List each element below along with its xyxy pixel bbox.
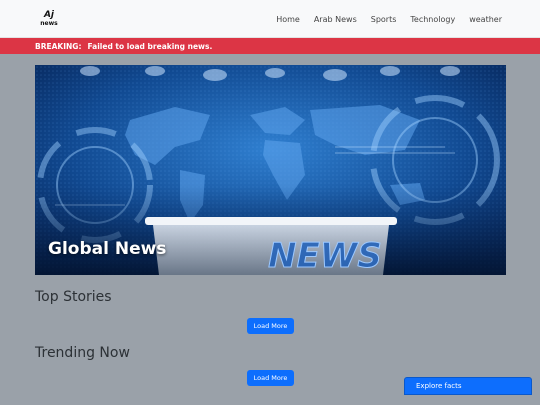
nav-link-home[interactable]: Home — [276, 15, 300, 24]
explore-facts-tab[interactable]: Explore facts — [404, 377, 532, 395]
breaking-label: BREAKING: — [35, 41, 82, 51]
nav-link-weather[interactable]: weather — [469, 15, 502, 24]
trending-now-heading: Trending Now — [35, 345, 130, 361]
news-graphic-text: NEWS — [268, 236, 382, 275]
trending-load-more-button[interactable]: Load More — [247, 370, 294, 386]
top-stories-heading: Top Stories — [35, 289, 112, 305]
logo-mark: Aj — [43, 10, 55, 20]
logo-wordmark: news — [40, 20, 58, 27]
hero-banner[interactable]: NEWS Global News — [35, 65, 506, 275]
nav-link-arab-news[interactable]: Arab News — [314, 15, 357, 24]
nav-link-technology[interactable]: Technology — [410, 15, 455, 24]
site-logo[interactable]: Aj news — [38, 11, 60, 29]
top-stories-load-more-button[interactable]: Load More — [247, 318, 294, 334]
hero-title: Global News — [48, 239, 167, 259]
breaking-message: Failed to load breaking news. — [87, 41, 213, 51]
nav-links: Home Arab News Sports Technology weather — [276, 0, 502, 38]
navbar: Aj news Home Arab News Sports Technology… — [0, 0, 540, 38]
nav-link-sports[interactable]: Sports — [371, 15, 397, 24]
breaking-news-bar: BREAKING: Failed to load breaking news. — [0, 38, 540, 54]
